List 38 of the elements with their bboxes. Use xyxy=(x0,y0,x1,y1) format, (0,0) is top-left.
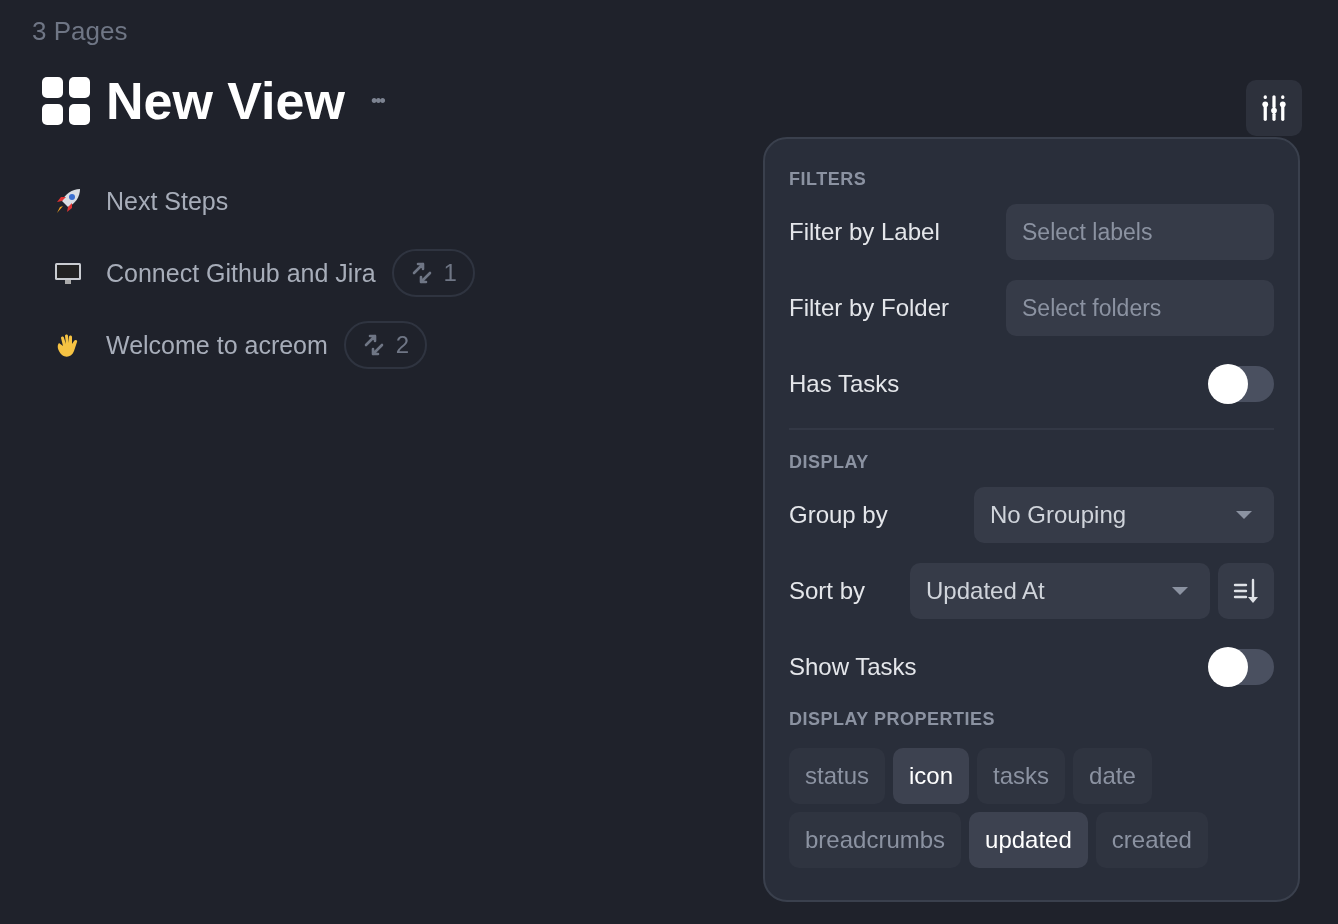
setting-label: Sort by xyxy=(789,577,866,605)
sort-descending-icon xyxy=(1232,577,1260,605)
input-field[interactable]: Select labels xyxy=(1006,204,1274,260)
toggle-switch[interactable] xyxy=(1210,366,1274,402)
view-title: New View xyxy=(106,75,345,127)
page-title[interactable]: Next Steps xyxy=(106,186,229,216)
section-heading: DISPLAY PROPERTIES xyxy=(789,709,997,730)
property-chip[interactable]: date xyxy=(1073,748,1152,804)
sliders-icon xyxy=(1259,93,1289,123)
property-chip[interactable]: updated xyxy=(969,812,1088,868)
property-chip[interactable]: status xyxy=(789,748,886,804)
section-heading: DISPLAY xyxy=(789,452,870,473)
toggle-switch[interactable] xyxy=(1210,649,1274,685)
page-title[interactable]: Connect Github and Jira xyxy=(106,258,376,288)
setting-label: Has Tasks xyxy=(789,370,900,398)
more-button[interactable]: ••• xyxy=(370,90,384,112)
section-heading: FILTERS xyxy=(789,169,868,190)
rocket-icon xyxy=(54,187,82,215)
page-title[interactable]: Welcome to acreom xyxy=(106,330,328,360)
sort-order-button[interactable] xyxy=(1218,563,1274,619)
backlink-count: 2 xyxy=(395,331,410,359)
backlink-count: 1 xyxy=(443,259,457,287)
grid-icon xyxy=(42,77,90,125)
input-field[interactable]: Select folders xyxy=(1006,280,1274,336)
setting-label: Filter by Folder xyxy=(789,294,950,322)
dropdown[interactable]: No Grouping xyxy=(974,487,1274,543)
caret-icon xyxy=(1236,511,1252,519)
setting-label: Filter by Label xyxy=(789,218,940,246)
property-chip[interactable]: icon xyxy=(893,748,970,804)
property-chip[interactable]: tasks xyxy=(977,748,1066,804)
setting-label: Show Tasks xyxy=(789,653,917,681)
filter-settings-button[interactable] xyxy=(1246,80,1302,136)
setting-label: Group by xyxy=(789,501,888,529)
property-chip[interactable]: created xyxy=(1095,812,1208,868)
caret-icon xyxy=(1172,587,1188,595)
dropdown[interactable]: Updated At xyxy=(910,563,1210,619)
property-chip[interactable]: breadcrumbs xyxy=(789,812,962,868)
page-count: 3 Pages xyxy=(32,16,129,47)
